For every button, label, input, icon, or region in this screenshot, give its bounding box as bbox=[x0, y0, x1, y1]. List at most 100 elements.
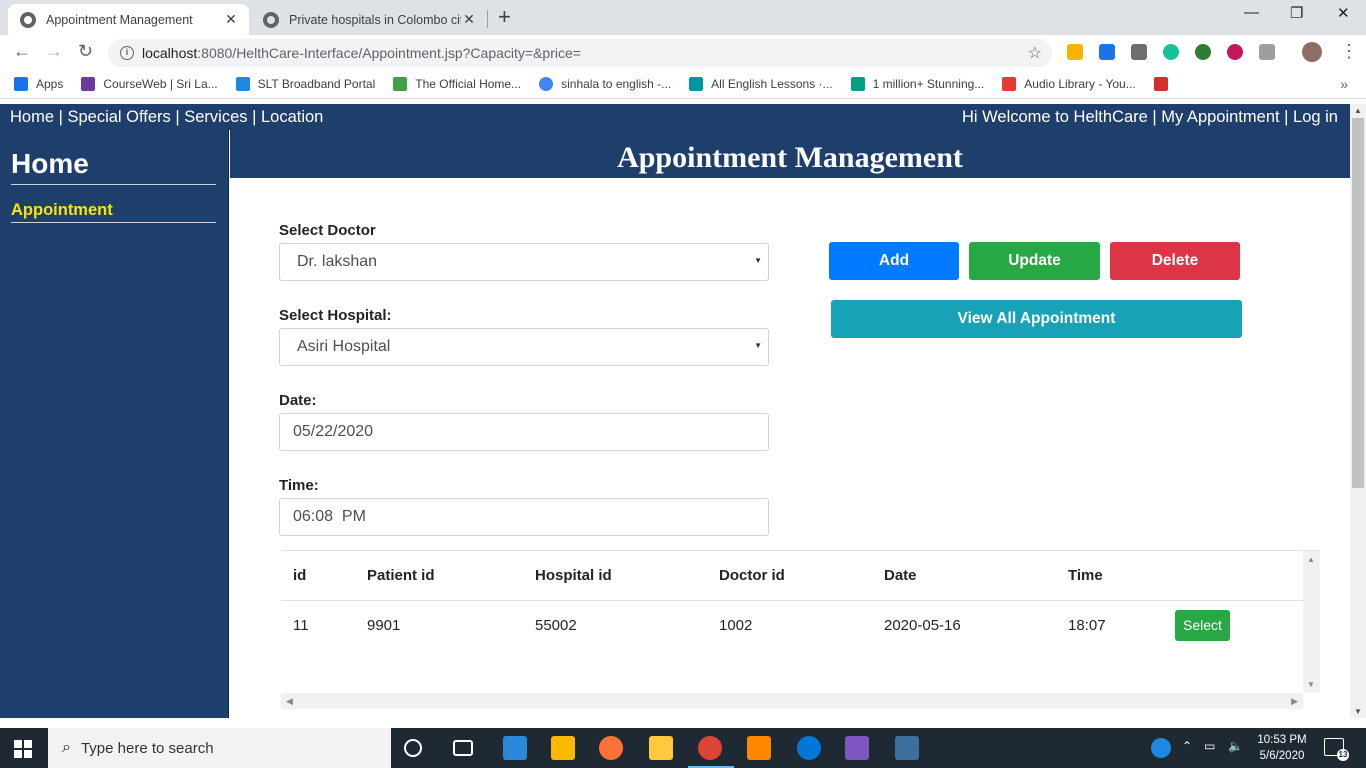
scrollbar-thumb[interactable] bbox=[1352, 118, 1364, 488]
hospital-select-value: Asiri Hospital bbox=[297, 338, 391, 355]
appointment-form: Select Doctor Dr. lakshan ▼ Select Hospi… bbox=[279, 222, 769, 562]
cell-time: 18:07 bbox=[1068, 616, 1106, 634]
scroll-up-arrow-icon[interactable]: ▲ bbox=[1307, 555, 1315, 564]
edge-icon[interactable] bbox=[797, 736, 821, 760]
mysql-workbench-icon[interactable] bbox=[895, 736, 919, 760]
add-button[interactable]: Add bbox=[829, 242, 959, 280]
tab-private-hospitals[interactable]: Private hospitals in Colombo city ✕ bbox=[251, 4, 487, 35]
restore-button[interactable]: ❐ bbox=[1290, 4, 1303, 22]
header-date: Date bbox=[884, 551, 1068, 601]
scroll-down-arrow-icon[interactable]: ▼ bbox=[1354, 707, 1362, 716]
help-icon[interactable] bbox=[1151, 738, 1171, 758]
volume-icon[interactable]: 🔈 bbox=[1228, 739, 1243, 753]
bookmark-pexels[interactable]: 1 million+ Stunning... bbox=[850, 77, 985, 91]
download-extension-icon[interactable] bbox=[1227, 44, 1243, 60]
scroll-right-arrow-icon[interactable]: ▶ bbox=[1291, 696, 1298, 707]
sidebar-item-appointment[interactable]: Appointment bbox=[11, 185, 216, 223]
notification-center-icon[interactable]: 13 bbox=[1324, 738, 1349, 761]
scroll-up-arrow-icon[interactable]: ▲ bbox=[1354, 106, 1362, 115]
taskbar-search-box[interactable]: ⌕ Type here to search bbox=[48, 728, 391, 768]
back-arrow-icon[interactable]: ← bbox=[13, 41, 31, 62]
select-row-button[interactable]: Select bbox=[1175, 609, 1230, 641]
app-icon[interactable] bbox=[845, 736, 869, 760]
mail-icon[interactable] bbox=[503, 736, 527, 760]
doctor-select[interactable]: Dr. lakshan ▼ bbox=[279, 243, 769, 281]
store-icon[interactable] bbox=[551, 736, 575, 760]
firefox-icon[interactable] bbox=[599, 736, 623, 760]
top-nav-user-links[interactable]: Hi Welcome to HelthCare | My Appointment… bbox=[962, 108, 1338, 127]
grammarly-icon[interactable] bbox=[1163, 44, 1179, 60]
header-doctor-id: Doctor id bbox=[719, 551, 884, 601]
forward-arrow-icon[interactable]: → bbox=[45, 41, 63, 62]
bookmarks-overflow-icon[interactable]: » bbox=[1340, 76, 1348, 92]
bookmark-label: Audio Library - You... bbox=[1024, 77, 1136, 91]
apps-grid-icon bbox=[14, 77, 28, 91]
file-explorer-icon[interactable] bbox=[649, 736, 673, 760]
scroll-left-arrow-icon[interactable]: ◀ bbox=[286, 696, 293, 707]
browser-toolbar: ← → ↻ i localhost:8080/HelthCare-Interfa… bbox=[0, 35, 1366, 70]
scroll-down-arrow-icon[interactable]: ▼ bbox=[1307, 680, 1315, 689]
bookmark-label: 1 million+ Stunning... bbox=[872, 77, 985, 91]
bookmark-star-icon[interactable]: ☆ bbox=[1028, 43, 1042, 63]
task-view-icon[interactable] bbox=[453, 740, 473, 756]
windows-start-icon[interactable] bbox=[14, 740, 32, 758]
reload-icon[interactable]: ↻ bbox=[78, 41, 93, 62]
close-tab-icon[interactable]: ✕ bbox=[461, 11, 477, 28]
clock-date: 5/6/2020 bbox=[1259, 750, 1305, 762]
close-tab-icon[interactable]: ✕ bbox=[223, 11, 239, 28]
bookmark-fb[interactable] bbox=[1153, 77, 1176, 91]
globe-extension-icon[interactable] bbox=[1195, 44, 1211, 60]
doctor-label: Select Doctor bbox=[279, 222, 376, 239]
date-input[interactable]: 05/22/2020 bbox=[279, 413, 769, 451]
close-window-button[interactable]: ✕ bbox=[1337, 4, 1350, 22]
search-icon: ⌕ bbox=[62, 739, 71, 756]
bookmark-slt[interactable]: SLT Broadband Portal bbox=[235, 77, 375, 91]
google-icon bbox=[539, 77, 554, 91]
globe-icon bbox=[20, 11, 36, 28]
bookmark-courseweb[interactable]: CourseWeb | Sri La... bbox=[81, 77, 218, 91]
table-vertical-scrollbar[interactable]: ▲ ▼ bbox=[1303, 551, 1320, 693]
header-hospital-id: Hospital id bbox=[535, 551, 719, 601]
courseweb-icon bbox=[81, 77, 96, 91]
bookmarks-bar: Apps CourseWeb | Sri La... SLT Broadband… bbox=[0, 70, 1366, 99]
time-input[interactable]: 06:08 PM bbox=[279, 498, 769, 536]
info-icon[interactable]: i bbox=[120, 46, 134, 60]
iq-extension-icon[interactable] bbox=[1099, 44, 1115, 60]
sidebar-title: Home bbox=[11, 130, 216, 185]
chrome-icon[interactable] bbox=[698, 736, 722, 760]
bookmark-google-translate[interactable]: sinhala to english -... bbox=[539, 77, 671, 91]
youtube-icon bbox=[1002, 77, 1017, 91]
cell-hospital-id: 55002 bbox=[535, 616, 577, 634]
vlc-icon[interactable] bbox=[747, 736, 771, 760]
cortana-icon[interactable] bbox=[404, 739, 422, 757]
fb-extension-icon[interactable] bbox=[1131, 44, 1147, 60]
header-id: id bbox=[281, 551, 367, 601]
top-nav-links[interactable]: Home | Special Offers | Services | Locat… bbox=[10, 108, 323, 127]
minimize-button[interactable]: — bbox=[1244, 4, 1259, 21]
bookmark-audio-library[interactable]: Audio Library - You... bbox=[1002, 77, 1136, 91]
cell-action: Select bbox=[1175, 600, 1303, 650]
hospital-select[interactable]: Asiri Hospital ▼ bbox=[279, 328, 769, 366]
profile-avatar[interactable] bbox=[1302, 42, 1322, 62]
battery-icon[interactable]: ▭ bbox=[1204, 739, 1215, 753]
bookmark-label: sinhala to english -... bbox=[561, 77, 672, 91]
taskbar-search-placeholder: Type here to search bbox=[80, 739, 214, 757]
cube-extension-icon[interactable] bbox=[1259, 44, 1275, 60]
menu-kebab-icon[interactable]: ⋮ bbox=[1340, 41, 1358, 62]
bookmark-apps[interactable]: Apps bbox=[14, 77, 63, 91]
view-all-appointment-button[interactable]: View All Appointment bbox=[831, 300, 1242, 338]
delete-button[interactable]: Delete bbox=[1110, 242, 1240, 280]
chevron-up-icon[interactable]: ⌃ bbox=[1182, 739, 1192, 753]
table-horizontal-scrollbar[interactable]: ◀ ▶ bbox=[281, 693, 1303, 709]
tab-appointment-management[interactable]: Appointment Management ✕ bbox=[8, 4, 249, 35]
new-tab-button[interactable]: + bbox=[498, 6, 511, 28]
address-bar[interactable]: i localhost:8080/HelthCare-Interface/App… bbox=[108, 39, 1052, 67]
extension-icon[interactable] bbox=[1067, 44, 1083, 60]
bookmark-label: The Official Home... bbox=[415, 77, 522, 91]
taskbar-clock[interactable]: 10:53 PM 5/6/2020 bbox=[1254, 732, 1310, 764]
bookmark-label: All English Lessons ·... bbox=[711, 77, 833, 91]
page-vertical-scrollbar[interactable]: ▲ ▼ bbox=[1350, 104, 1366, 718]
bookmark-english-lessons[interactable]: All English Lessons ·... bbox=[689, 77, 833, 91]
bookmark-official-home[interactable]: The Official Home... bbox=[393, 77, 521, 91]
update-button[interactable]: Update bbox=[969, 242, 1100, 280]
